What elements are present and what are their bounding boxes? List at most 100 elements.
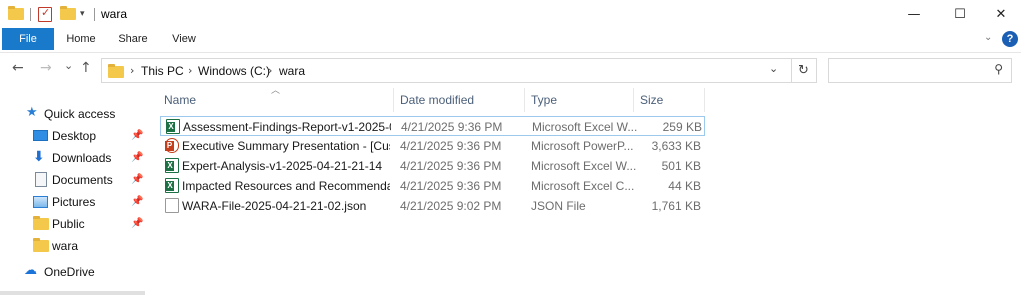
file-type: Microsoft PowerP... [531, 139, 634, 153]
file-date: 4/21/2025 9:36 PM [400, 139, 502, 153]
tab-file[interactable]: File [2, 28, 54, 50]
downloads-icon: ⬇ [33, 149, 45, 165]
column-header-name[interactable]: Name [160, 88, 394, 112]
nav-label: Public [52, 217, 85, 231]
ribbon-tabs: File Home Share View ⌄ ? [0, 28, 1021, 50]
file-date: 4/21/2025 9:36 PM [401, 120, 503, 134]
pin-icon[interactable]: 📌 [131, 130, 143, 141]
address-dropdown-icon[interactable]: ⌄ [769, 62, 778, 75]
file-name: Impacted Resources and Recommendati... [182, 179, 390, 193]
recent-locations-icon[interactable]: ⌄ [64, 59, 73, 72]
nav-label: Documents [52, 173, 113, 187]
file-type: Microsoft Excel W... [532, 120, 637, 134]
breadcrumb-windows-c[interactable]: Windows (C:) [198, 64, 270, 78]
nav-label: Quick access [44, 107, 116, 121]
pin-icon[interactable]: 📌 [131, 218, 143, 229]
file-size: 1,761 KB [651, 199, 701, 213]
column-header-type[interactable]: Type [527, 88, 634, 112]
nav-item-public[interactable]: Public 📌 [0, 214, 150, 234]
excel-icon [165, 178, 179, 193]
breadcrumb-this-pc[interactable]: This PC [141, 64, 184, 78]
column-header-date[interactable]: Date modified [396, 88, 525, 112]
address-row: ← → ⌄ ↑ › This PC › Windows (C:) › wara … [0, 52, 1021, 86]
nav-label: wara [52, 239, 79, 253]
pin-icon[interactable]: 📌 [131, 152, 143, 163]
nav-label: Pictures [52, 195, 96, 209]
excel-icon [165, 158, 179, 173]
powerpoint-icon [165, 138, 179, 153]
breadcrumb-wara[interactable]: wara [279, 64, 305, 78]
refresh-icon[interactable]: ↻ [791, 58, 817, 83]
file-type: Microsoft Excel W... [531, 159, 636, 173]
pin-icon[interactable]: 📌 [131, 196, 143, 207]
tab-share[interactable]: Share [112, 28, 154, 50]
nav-item-onedrive[interactable]: ☁ OneDrive [0, 262, 150, 282]
file-size: 501 KB [661, 159, 701, 173]
nav-item-wara[interactable]: wara [0, 236, 150, 256]
tab-view[interactable]: View [164, 28, 204, 50]
nav-item-documents[interactable]: Documents 📌 [0, 170, 150, 190]
file-row[interactable]: WARA-File-2025-04-21-21-02.json 4/21/202… [160, 196, 705, 216]
search-icon: ⚲ [994, 62, 1003, 76]
nav-item-downloads[interactable]: ⬇ Downloads 📌 [0, 148, 150, 168]
quick-access-toolbar-dropdown-icon[interactable]: ▾ [80, 6, 85, 22]
minimize-button[interactable]: — [891, 0, 937, 28]
nav-quick-access[interactable]: ★ Quick access [0, 104, 150, 124]
file-name: Assessment-Findings-Report-v1-2025-04... [183, 120, 391, 134]
close-button[interactable]: ✕ [978, 0, 1021, 28]
file-date: 4/21/2025 9:36 PM [400, 179, 502, 193]
new-folder-icon[interactable] [60, 6, 76, 22]
navigation-pane: ★ Quick access Desktop 📌 ⬇ Downloads 📌 D… [0, 86, 150, 295]
file-type: Microsoft Excel C... [531, 179, 635, 193]
nav-label: OneDrive [44, 265, 95, 279]
forward-arrow-icon[interactable]: → [40, 60, 52, 76]
documents-icon [35, 172, 47, 187]
chevron-right-icon[interactable]: › [188, 64, 192, 77]
pictures-icon [33, 196, 48, 208]
folder-icon[interactable] [8, 6, 24, 22]
cloud-icon: ☁ [24, 263, 37, 278]
properties-icon[interactable] [38, 6, 52, 22]
file-date: 4/21/2025 9:02 PM [400, 199, 502, 213]
file-size: 3,633 KB [651, 139, 701, 153]
nav-label: Downloads [52, 151, 112, 165]
separator [30, 8, 31, 21]
file-name: Executive Summary Presentation - [Cust..… [182, 139, 390, 153]
title-bar: ▾ wara — ☐ ✕ [0, 0, 1021, 28]
folder-icon [33, 216, 49, 230]
nav-label: Desktop [52, 129, 97, 143]
folder-icon [108, 64, 124, 78]
file-date: 4/21/2025 9:36 PM [400, 159, 502, 173]
json-file-icon [165, 198, 179, 213]
chevron-down-icon[interactable]: ⌄ [984, 32, 992, 43]
address-bar[interactable]: › This PC › Windows (C:) › wara ⌄ [101, 58, 792, 83]
window-title: wara [101, 7, 128, 21]
separator [94, 8, 95, 21]
file-name: Expert-Analysis-v1-2025-04-21-21-14 [182, 159, 383, 173]
search-input[interactable]: ⚲ [828, 58, 1012, 83]
star-icon: ★ [26, 105, 38, 120]
horizontal-scrollbar[interactable] [0, 291, 145, 295]
file-type: JSON File [531, 199, 586, 213]
file-size: 259 KB [662, 120, 702, 134]
file-row[interactable]: Assessment-Findings-Report-v1-2025-04...… [160, 116, 705, 136]
file-row[interactable]: Executive Summary Presentation - [Cust..… [160, 136, 705, 156]
nav-item-pictures[interactable]: Pictures 📌 [0, 192, 150, 212]
desktop-icon [33, 130, 48, 141]
file-size: 44 KB [668, 179, 701, 193]
file-row[interactable]: Impacted Resources and Recommendati... 4… [160, 176, 705, 196]
back-arrow-icon[interactable]: ← [12, 60, 24, 76]
file-row[interactable]: Expert-Analysis-v1-2025-04-21-21-14 4/21… [160, 156, 705, 176]
chevron-right-icon[interactable]: › [130, 64, 134, 77]
chevron-right-icon[interactable]: › [268, 64, 272, 77]
pin-icon[interactable]: 📌 [131, 174, 143, 185]
maximize-button[interactable]: ☐ [937, 0, 983, 28]
help-icon[interactable]: ? [1002, 31, 1018, 47]
nav-item-desktop[interactable]: Desktop 📌 [0, 126, 150, 146]
excel-icon [166, 119, 180, 134]
file-name: WARA-File-2025-04-21-21-02.json [182, 199, 367, 213]
folder-icon [33, 238, 49, 252]
tab-home[interactable]: Home [60, 28, 102, 50]
column-header-size[interactable]: Size [636, 88, 705, 112]
up-arrow-icon[interactable]: ↑ [80, 60, 92, 76]
